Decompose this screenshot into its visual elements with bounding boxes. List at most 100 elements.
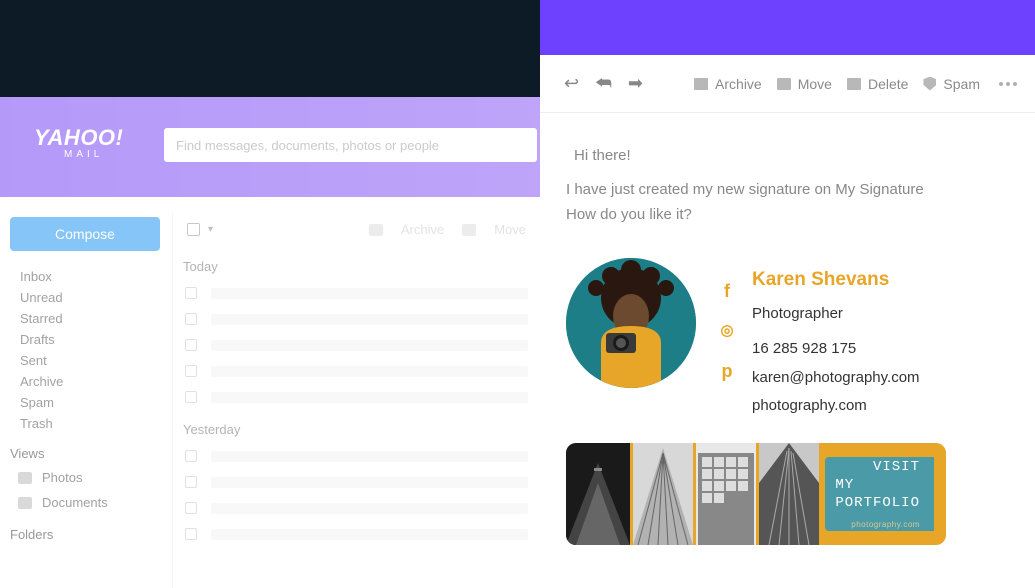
move-icon [462,224,476,236]
list-item[interactable] [173,469,540,495]
list-item[interactable] [173,332,540,358]
row-checkbox[interactable] [185,528,197,540]
spam-button[interactable]: Spam [923,76,980,92]
msg-placeholder [211,503,528,514]
folders-section-header: Folders [10,515,160,546]
folder-spam[interactable]: Spam [10,392,160,413]
trash-icon [847,78,861,90]
message-body: Hi there! I have just created my new sig… [540,113,1035,545]
list-item[interactable] [173,443,540,469]
msg-placeholder [211,314,528,325]
list-item[interactable] [173,358,540,384]
msg-placeholder [211,392,528,403]
view-documents[interactable]: Documents [10,490,160,515]
banner-image-3 [696,443,756,545]
row-checkbox[interactable] [185,391,197,403]
delete-label: Delete [868,76,908,92]
signature-info: Karen Shevans Photographer 16 285 928 17… [752,258,920,419]
pinterest-icon[interactable]: p [718,356,736,387]
msg-placeholder [211,451,528,462]
signature-phone: 16 285 928 175 [752,336,920,362]
list-action-move[interactable]: Move [494,222,526,237]
app-topbar-dark [0,0,540,97]
archive-button[interactable]: Archive [694,76,762,92]
brand-logo: YAHOO! MAIL [34,125,123,160]
list-action-archive[interactable]: Archive [401,222,444,237]
view-photos[interactable]: Photos [10,465,160,490]
message-toolbar: ↩ ⮪ ➡ Archive Move Delete Spam [540,55,1035,113]
folder-drafts[interactable]: Drafts [10,329,160,350]
view-photos-label: Photos [42,470,82,485]
group-today: Today [173,247,540,280]
brand-name: YAHOO! [34,125,123,151]
message-line2: How do you like it? [566,202,1009,228]
portfolio-banner[interactable]: VISIT MY PORTFOLIO photography.com [566,443,946,545]
archive-label: Archive [715,76,762,92]
list-item[interactable] [173,495,540,521]
search-bar[interactable] [164,128,537,162]
cta-line1: VISIT [873,458,920,476]
forward-icon[interactable]: ➡ [628,73,643,94]
folder-move-icon [777,78,791,90]
reading-pane: ↩ ⮪ ➡ Archive Move Delete Spam Hi there!… [540,55,1035,588]
row-checkbox[interactable] [185,313,197,325]
compose-button[interactable]: Compose [10,217,160,251]
msg-placeholder [211,288,528,299]
list-item[interactable] [173,280,540,306]
message-list: ▾ Archive Move Today Yesterday [172,212,540,588]
move-button[interactable]: Move [777,76,832,92]
more-menu-button[interactable] [999,82,1017,86]
views-header: Views [10,434,160,465]
row-checkbox[interactable] [185,287,197,299]
folder-list: Inbox Unread Starred Drafts Sent Archive… [10,266,160,434]
avatar [566,258,696,388]
banner-cta[interactable]: VISIT MY PORTFOLIO photography.com [825,457,934,531]
signature-name: Karen Shevans [752,264,920,296]
row-checkbox[interactable] [185,450,197,462]
folder-trash[interactable]: Trash [10,413,160,434]
msg-placeholder [211,477,528,488]
list-item[interactable] [173,306,540,332]
folder-sent[interactable]: Sent [10,350,160,371]
msg-placeholder [211,340,528,351]
cta-line2: MY PORTFOLIO [835,476,920,512]
msg-placeholder [211,529,528,540]
row-checkbox[interactable] [185,502,197,514]
archive-icon [369,224,383,236]
banner-image-2 [633,443,693,545]
signature-website: photography.com [752,393,920,419]
documents-icon [18,497,32,509]
view-documents-label: Documents [42,495,108,510]
delete-button[interactable]: Delete [847,76,908,92]
folder-archive[interactable]: Archive [10,371,160,392]
row-checkbox[interactable] [185,476,197,488]
row-checkbox[interactable] [185,365,197,377]
sidebar: Compose Inbox Unread Starred Drafts Sent… [0,212,170,588]
list-header: ▾ Archive Move [173,212,540,247]
master-checkbox[interactable] [187,223,200,236]
signature-email: karen@photography.com [752,365,920,391]
social-icons: f ◎ p [696,258,752,387]
chevron-down-icon[interactable]: ▾ [208,224,213,235]
list-item[interactable] [173,521,540,547]
folder-unread[interactable]: Unread [10,287,160,308]
shield-icon [923,77,936,91]
folder-inbox[interactable]: Inbox [10,266,160,287]
search-input[interactable] [176,138,525,153]
email-signature: f ◎ p Karen Shevans Photographer 16 285 … [566,258,1009,419]
instagram-icon[interactable]: ◎ [718,318,736,344]
list-header-actions: Archive Move [369,222,526,237]
reply-icon[interactable]: ↩ [564,73,579,94]
facebook-icon[interactable]: f [718,276,736,307]
signature-title: Photographer [752,301,920,327]
folder-starred[interactable]: Starred [10,308,160,329]
row-checkbox[interactable] [185,339,197,351]
message-line1: I have just created my new signature on … [566,177,1009,203]
banner-image-4 [759,443,819,545]
banner-image-1 [566,443,630,545]
header-purple-strip [540,0,1035,55]
list-item[interactable] [173,384,540,410]
reply-all-icon[interactable]: ⮪ [595,73,612,94]
message-greeting: Hi there! [574,143,1009,169]
photos-icon [18,472,32,484]
